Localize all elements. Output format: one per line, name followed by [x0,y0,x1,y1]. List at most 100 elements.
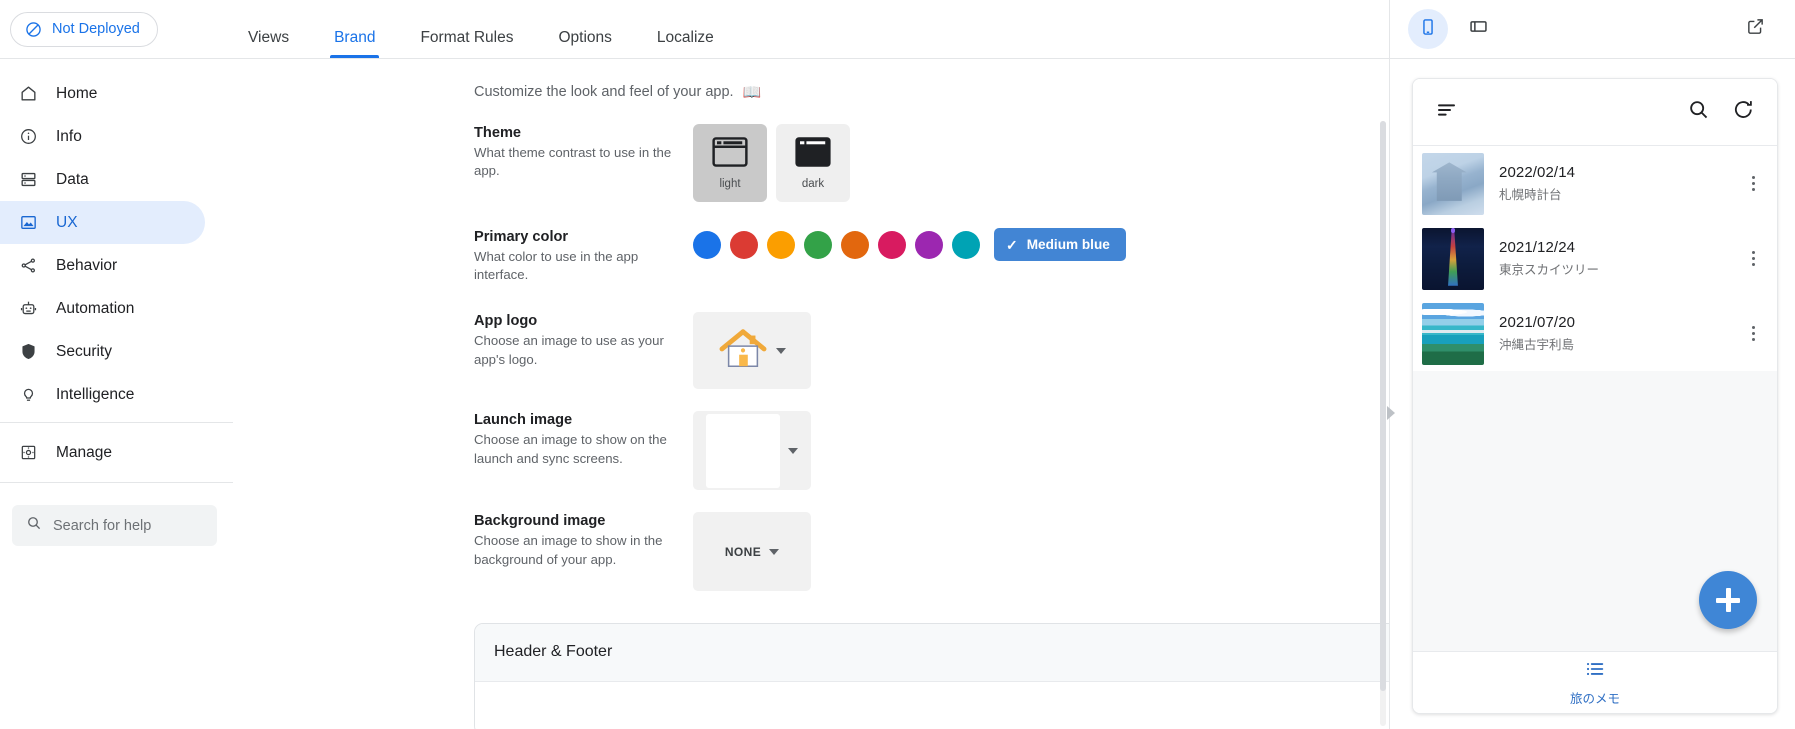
info-icon [17,126,39,148]
list-item-place: 沖縄古宇利島 [1499,334,1743,353]
color-swatch-red[interactable] [730,231,758,259]
more-options-icon[interactable] [1743,176,1763,191]
tab-format-rules[interactable]: Format Rules [420,30,513,59]
add-note-fab[interactable] [1699,571,1757,629]
header-footer-card-body [475,682,1390,729]
phone-preview-button[interactable] [1408,9,1448,49]
chevron-down-icon[interactable] [769,549,779,555]
app-logo-picker[interactable] [693,312,811,389]
setting-label: Theme What theme contrast to use in the … [474,124,693,180]
color-swatch-medium-blue[interactable] [693,231,721,259]
color-swatch-green[interactable] [804,231,832,259]
color-swatch-purple[interactable] [915,231,943,259]
sidebar-item-label: Intelligence [56,386,134,404]
house-logo-icon [718,325,768,376]
tablet-preview-button[interactable] [1458,9,1498,49]
chevron-down-icon[interactable] [788,448,798,454]
more-options-icon[interactable] [1743,251,1763,266]
clock-tower-photo [1422,153,1484,215]
search-icon[interactable] [1687,98,1710,126]
setting-title: App logo [474,313,675,329]
launch-image-control [693,411,1390,490]
sidebar-item-home[interactable]: Home [0,72,205,115]
page-subtitle: Customize the look and feel of your app.… [474,84,1390,100]
setting-launch-image: Launch image Choose an image to show on … [474,411,1390,490]
setting-primary-color: Primary color What color to use in the a… [474,228,1390,284]
automation-robot-icon [17,298,39,320]
tablet-icon [1469,17,1488,41]
theme-option-dark[interactable]: dark [776,124,850,202]
data-icon [17,169,39,191]
theme-option-label: light [719,178,740,190]
list-item-date: 2022/02/14 [1499,164,1743,181]
main-pane: Views Brand Format Rules Options Localiz… [233,0,1390,729]
tab-options[interactable]: Options [558,30,611,59]
tab-brand[interactable]: Brand [334,30,375,59]
refresh-icon[interactable] [1732,98,1755,126]
chevron-down-icon[interactable] [776,348,786,354]
list-item[interactable]: 2021/12/24 東京スカイツリー [1413,221,1777,296]
preview-app-as-label[interactable]: Preview App as [1390,714,1795,729]
tab-localize[interactable]: Localize [657,30,714,59]
list-item[interactable]: 2021/07/20 沖縄古宇利島 [1413,296,1777,371]
deploy-status-bar: Not Deployed [0,0,233,58]
sidebar-item-data[interactable]: Data [0,158,205,201]
search-box[interactable] [12,505,217,546]
page-subtitle-text: Customize the look and feel of your app. [474,84,734,100]
sidebar-item-automation[interactable]: Automation [0,287,205,330]
sidebar-item-manage[interactable]: Manage [0,431,205,474]
notes-list-area: 2022/02/14 札幌時計台 2021/12/24 東京スカイツリー [1413,146,1777,651]
expand-preview-arrow-icon[interactable] [1387,406,1395,420]
sort-icon[interactable] [1435,98,1459,127]
bottom-nav-label: 旅のメモ [1570,688,1620,707]
tab-views[interactable]: Views [248,30,289,59]
theme-options: light dark [693,124,1390,202]
header-footer-card-header[interactable]: Header & Footer [475,624,1390,682]
sidebar-item-behavior[interactable]: Behavior [0,244,205,287]
bottom-nav-item-travel-notes[interactable]: 旅のメモ [1570,658,1620,707]
more-options-icon[interactable] [1743,326,1763,341]
primary-color-control: ✓ Medium blue [693,228,1390,261]
not-deployed-label: Not Deployed [52,21,140,37]
sidebar: Not Deployed Home Info [0,0,233,729]
selected-color-chip[interactable]: ✓ Medium blue [994,228,1126,261]
color-swatch-pink[interactable] [878,231,906,259]
list-item-place: 札幌時計台 [1499,184,1743,203]
not-deployed-chip[interactable]: Not Deployed [10,12,158,47]
open-external-button[interactable] [1735,9,1775,49]
launch-image-picker[interactable] [693,411,811,490]
tab-bar: Views Brand Format Rules Options Localiz… [233,0,1390,58]
list-icon [1584,658,1606,685]
ux-image-icon [17,212,39,234]
background-image-picker[interactable]: NONE [693,512,811,591]
search-input[interactable] [53,518,203,534]
theme-option-light[interactable]: light [693,124,767,202]
color-swatch-amber[interactable] [767,231,795,259]
color-swatch-teal[interactable] [952,231,980,259]
setting-title: Primary color [474,229,675,245]
sidebar-item-security[interactable]: Security [0,330,205,373]
sidebar-item-label: Security [56,343,112,361]
sidebar-item-info[interactable]: Info [0,115,205,158]
setting-label: Background image Choose an image to show… [474,512,693,568]
window-light-icon [711,136,749,173]
brand-settings-scroll: Customize the look and feel of your app.… [233,59,1390,729]
help-search-area [0,483,233,546]
plus-icon [1716,588,1740,612]
main-scrollbar-thumb[interactable] [1380,121,1386,691]
list-item-place: 東京スカイツリー [1499,259,1743,278]
sidebar-item-ux[interactable]: UX [0,201,205,244]
list-item[interactable]: 2022/02/14 札幌時計台 [1413,146,1777,221]
setting-description: What theme contrast to use in the app. [474,144,675,180]
main-scrollbar[interactable] [1380,121,1386,726]
color-swatch-orange[interactable] [841,231,869,259]
sidebar-nav-divider [0,422,233,423]
sidebar-item-label: Automation [56,300,134,318]
setting-title: Background image [474,513,675,529]
book-icon[interactable]: 📖 [743,85,762,100]
app-bar [1413,79,1777,145]
setting-background-image: Background image Choose an image to show… [474,512,1390,591]
sidebar-item-intelligence[interactable]: Intelligence [0,373,205,416]
external-link-icon [1746,17,1765,41]
list-item-texts: 2021/12/24 東京スカイツリー [1484,239,1743,278]
